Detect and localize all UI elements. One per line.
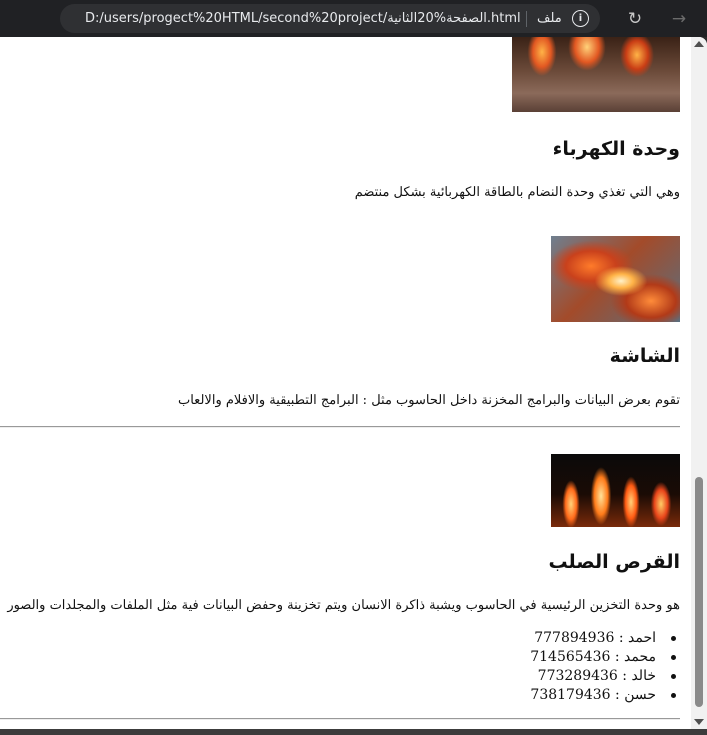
- reload-icon[interactable]: ↻: [625, 9, 645, 29]
- scrollbar-thumb[interactable]: [695, 477, 703, 707]
- list-item: حسن : 738179436: [380, 686, 680, 705]
- horizontal-divider: [0, 426, 680, 428]
- heading-screen: الشاشة: [609, 345, 680, 367]
- horizontal-divider: [0, 718, 680, 720]
- paragraph-power-unit: وهي التي تغذي وحدة النضام بالطاقة الكهرب…: [354, 185, 680, 200]
- campfire-image: [512, 37, 680, 112]
- paragraph-hard-disk: هو وحدة التخزين الرئيسية في الحاسوب ويشب…: [7, 598, 680, 613]
- browser-toolbar: → ↻ D:/users/progect%20HTML/second%20pro…: [0, 0, 707, 37]
- paragraph-screen: تقوم بعرض البيانات والبرامج المخزنة داخل…: [177, 393, 680, 408]
- window-bottom-edge: [0, 729, 707, 735]
- scroll-down-icon[interactable]: [694, 719, 704, 725]
- url-text[interactable]: D:/users/progect%20HTML/second%20project…: [85, 10, 575, 28]
- file-label[interactable]: ملف: [537, 10, 562, 28]
- address-separator: [526, 11, 527, 27]
- flames-image: [551, 454, 680, 527]
- info-icon[interactable]: i: [572, 10, 589, 27]
- page-viewport: وحدة الكهرباء وهي التي تغذي وحدة النضام …: [0, 37, 707, 729]
- forward-icon[interactable]: →: [669, 9, 689, 29]
- contacts-list: احمد : 777894936 محمد : 714565436 خالد :…: [380, 629, 680, 705]
- list-item: محمد : 714565436: [380, 648, 680, 667]
- heading-power-unit: وحدة الكهرباء: [552, 138, 680, 160]
- list-item: خالد : 773289436: [380, 667, 680, 686]
- list-item: احمد : 777894936: [380, 629, 680, 648]
- scrollbar[interactable]: [691, 37, 707, 729]
- scroll-up-icon[interactable]: [694, 41, 704, 47]
- fire-smoke-image: [551, 236, 680, 322]
- heading-hard-disk: القرص الصلب: [548, 551, 680, 573]
- address-bar[interactable]: D:/users/progect%20HTML/second%20project…: [60, 4, 600, 33]
